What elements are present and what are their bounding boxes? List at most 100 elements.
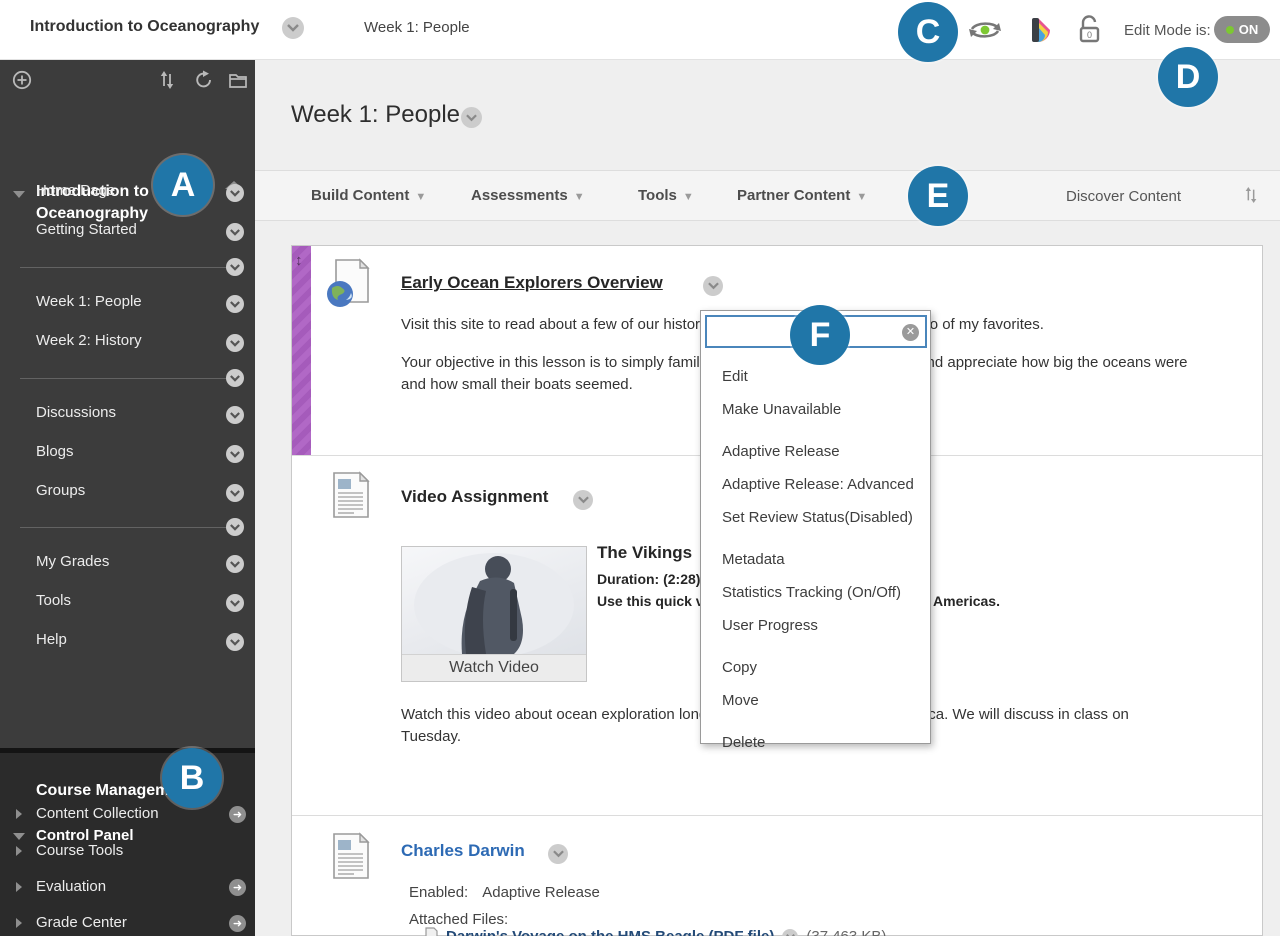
menu-item-edit[interactable]: Edit [701,360,930,393]
sidebar-item-my-grades[interactable]: My Grades [36,553,109,570]
enabled-label: Enabled: [409,884,469,901]
course-tools-expand-icon[interactable] [16,846,22,856]
partner-content-button[interactable]: Partner Content ▼ [737,187,867,204]
item1-chevron-icon[interactable] [703,276,723,296]
web-link-icon [324,258,374,315]
menu-item-statistics-tracking[interactable]: Statistics Tracking (On/Off) [701,576,930,609]
help-chevron-icon[interactable] [226,633,244,651]
assessments-button[interactable]: Assessments ▼ [471,187,585,204]
menu-item-delete[interactable]: Delete [701,726,930,759]
sidebar-item-getting-started[interactable]: Getting Started [36,221,137,238]
theme-palette-icon[interactable] [1030,16,1056,49]
reorder-items-icon[interactable] [1243,186,1259,209]
video-thumbnail[interactable]: Watch Video [401,546,587,682]
grade-center-expand-icon[interactable] [16,918,22,928]
action-bar: Build Content ▼ Assessments ▼ Tools ▼ Partn… [255,170,1280,221]
content-collection-expand-icon[interactable] [16,809,22,819]
menu-item-copy[interactable]: Copy [701,651,930,684]
attached-files-label: Attached Files: [409,911,509,928]
sidebar-item-discussions[interactable]: Discussions [36,404,116,421]
menu-item-make-unavailable[interactable]: Make Unavailable [701,393,930,426]
folder-icon[interactable] [228,71,248,94]
page-title: Week 1: People [291,101,460,128]
tools-chevron-icon[interactable] [226,594,244,612]
sidebar-divider [20,267,233,268]
my-grades-chevron-icon[interactable] [226,555,244,573]
blogs-chevron-icon[interactable] [226,445,244,463]
sidebar-item-groups[interactable]: Groups [36,482,85,499]
item2-chevron-icon[interactable] [573,490,593,510]
attached-file-link[interactable]: Darwin's Voyage on the HMS Beagle (PDF f… [446,928,774,936]
search-clear-icon[interactable]: ✕ [902,324,919,341]
content-collection-open-icon[interactable]: ➜ [229,806,246,823]
context-menu-list: Edit Make Unavailable Adaptive Release A… [701,355,930,763]
refresh-icon[interactable] [194,70,214,95]
item3-chevron-icon[interactable] [548,844,568,864]
enabled-value: Adaptive Release [482,884,600,901]
build-content-button[interactable]: Build Content ▼ [311,187,426,204]
control-panel-collapse-icon[interactable] [13,833,25,840]
reorder-icon[interactable] [158,70,176,95]
video-duration: Duration: (2:28) [597,571,701,587]
attached-file-row: Darwin's Voyage on the HMS Beagle (PDF f… [425,927,886,936]
sidebar-item-grade-center[interactable]: Grade Center [36,914,127,931]
content-item-icon [324,832,374,889]
annotation-e: E [908,166,968,226]
menu-item-user-progress[interactable]: User Progress [701,609,930,642]
sidebar-item-evaluation[interactable]: Evaluation [36,878,106,895]
menu-item-adaptive-release-advanced[interactable]: Adaptive Release: Advanced [701,468,930,501]
divider-chevron-icon[interactable] [226,518,244,536]
sidebar-item-content-collection[interactable]: Content Collection [36,805,159,822]
sidebar-item-week-1-people[interactable]: Week 1: People [36,293,142,310]
edit-mode-toggle[interactable]: ON [1214,16,1270,43]
partner-content-caret-icon: ▼ [856,191,868,203]
course-title-chevron-icon[interactable] [282,17,304,39]
sidebar-divider [20,527,233,528]
sidebar-item-blogs[interactable]: Blogs [36,443,74,460]
course-menu-sidebar: Introduction to Oceanography Home Page G… [0,60,255,936]
sidebar-item-home-page[interactable]: Home Page [36,182,115,199]
drag-arrows-icon: ↕ [295,252,303,269]
discussions-chevron-icon[interactable] [226,406,244,424]
tools-button[interactable]: Tools ▼ [638,187,694,204]
item-title-video-assignment[interactable]: Video Assignment [401,487,548,507]
sidebar-item-tools[interactable]: Tools [36,592,71,609]
student-preview-icon[interactable] [966,15,1004,50]
item-title-early-ocean-explorers[interactable]: Early Ocean Explorers Overview [401,273,663,293]
svg-text:0: 0 [1087,30,1092,40]
home-page-chevron-icon[interactable] [226,184,244,202]
sidebar-item-help[interactable]: Help [36,631,67,648]
sidebar-item-course-tools[interactable]: Course Tools [36,842,123,859]
grade-center-open-icon[interactable]: ➜ [229,915,246,932]
watch-video-button[interactable]: Watch Video [402,654,586,681]
tools-caret-icon: ▼ [682,191,694,203]
menu-item-move[interactable]: Move [701,684,930,717]
edit-mode-label: Edit Mode is: [1124,22,1211,39]
evaluation-open-icon[interactable]: ➜ [229,879,246,896]
annotation-a: A [153,155,213,215]
enabled-status-row: Enabled: Adaptive Release [409,884,600,901]
sidebar-divider [20,378,233,379]
sidebar-item-week-2-history[interactable]: Week 2: History [36,332,142,349]
course-menu-collapse-icon[interactable] [13,191,25,198]
menu-item-set-review-status[interactable]: Set Review Status(Disabled) [701,501,930,534]
week2-chevron-icon[interactable] [226,334,244,352]
menu-item-adaptive-release[interactable]: Adaptive Release [701,435,930,468]
item-title-charles-darwin[interactable]: Charles Darwin [401,841,525,861]
evaluation-expand-icon[interactable] [16,882,22,892]
build-content-caret-icon: ▼ [415,191,427,203]
drag-handle[interactable]: ↕ [292,246,311,455]
file-icon [425,927,438,936]
week1-chevron-icon[interactable] [226,295,244,313]
groups-chevron-icon[interactable] [226,484,244,502]
add-menu-item-icon[interactable] [12,70,32,95]
divider-chevron-icon[interactable] [226,258,244,276]
getting-started-chevron-icon[interactable] [226,223,244,241]
unlock-icon[interactable]: 0 [1076,14,1104,51]
file-chevron-icon[interactable] [782,928,799,936]
edit-mode-value: ON [1238,22,1259,37]
discover-content-button[interactable]: Discover Content [1066,188,1181,205]
page-title-chevron-icon[interactable] [461,107,482,128]
menu-item-metadata[interactable]: Metadata [701,543,930,576]
divider-chevron-icon[interactable] [226,369,244,387]
